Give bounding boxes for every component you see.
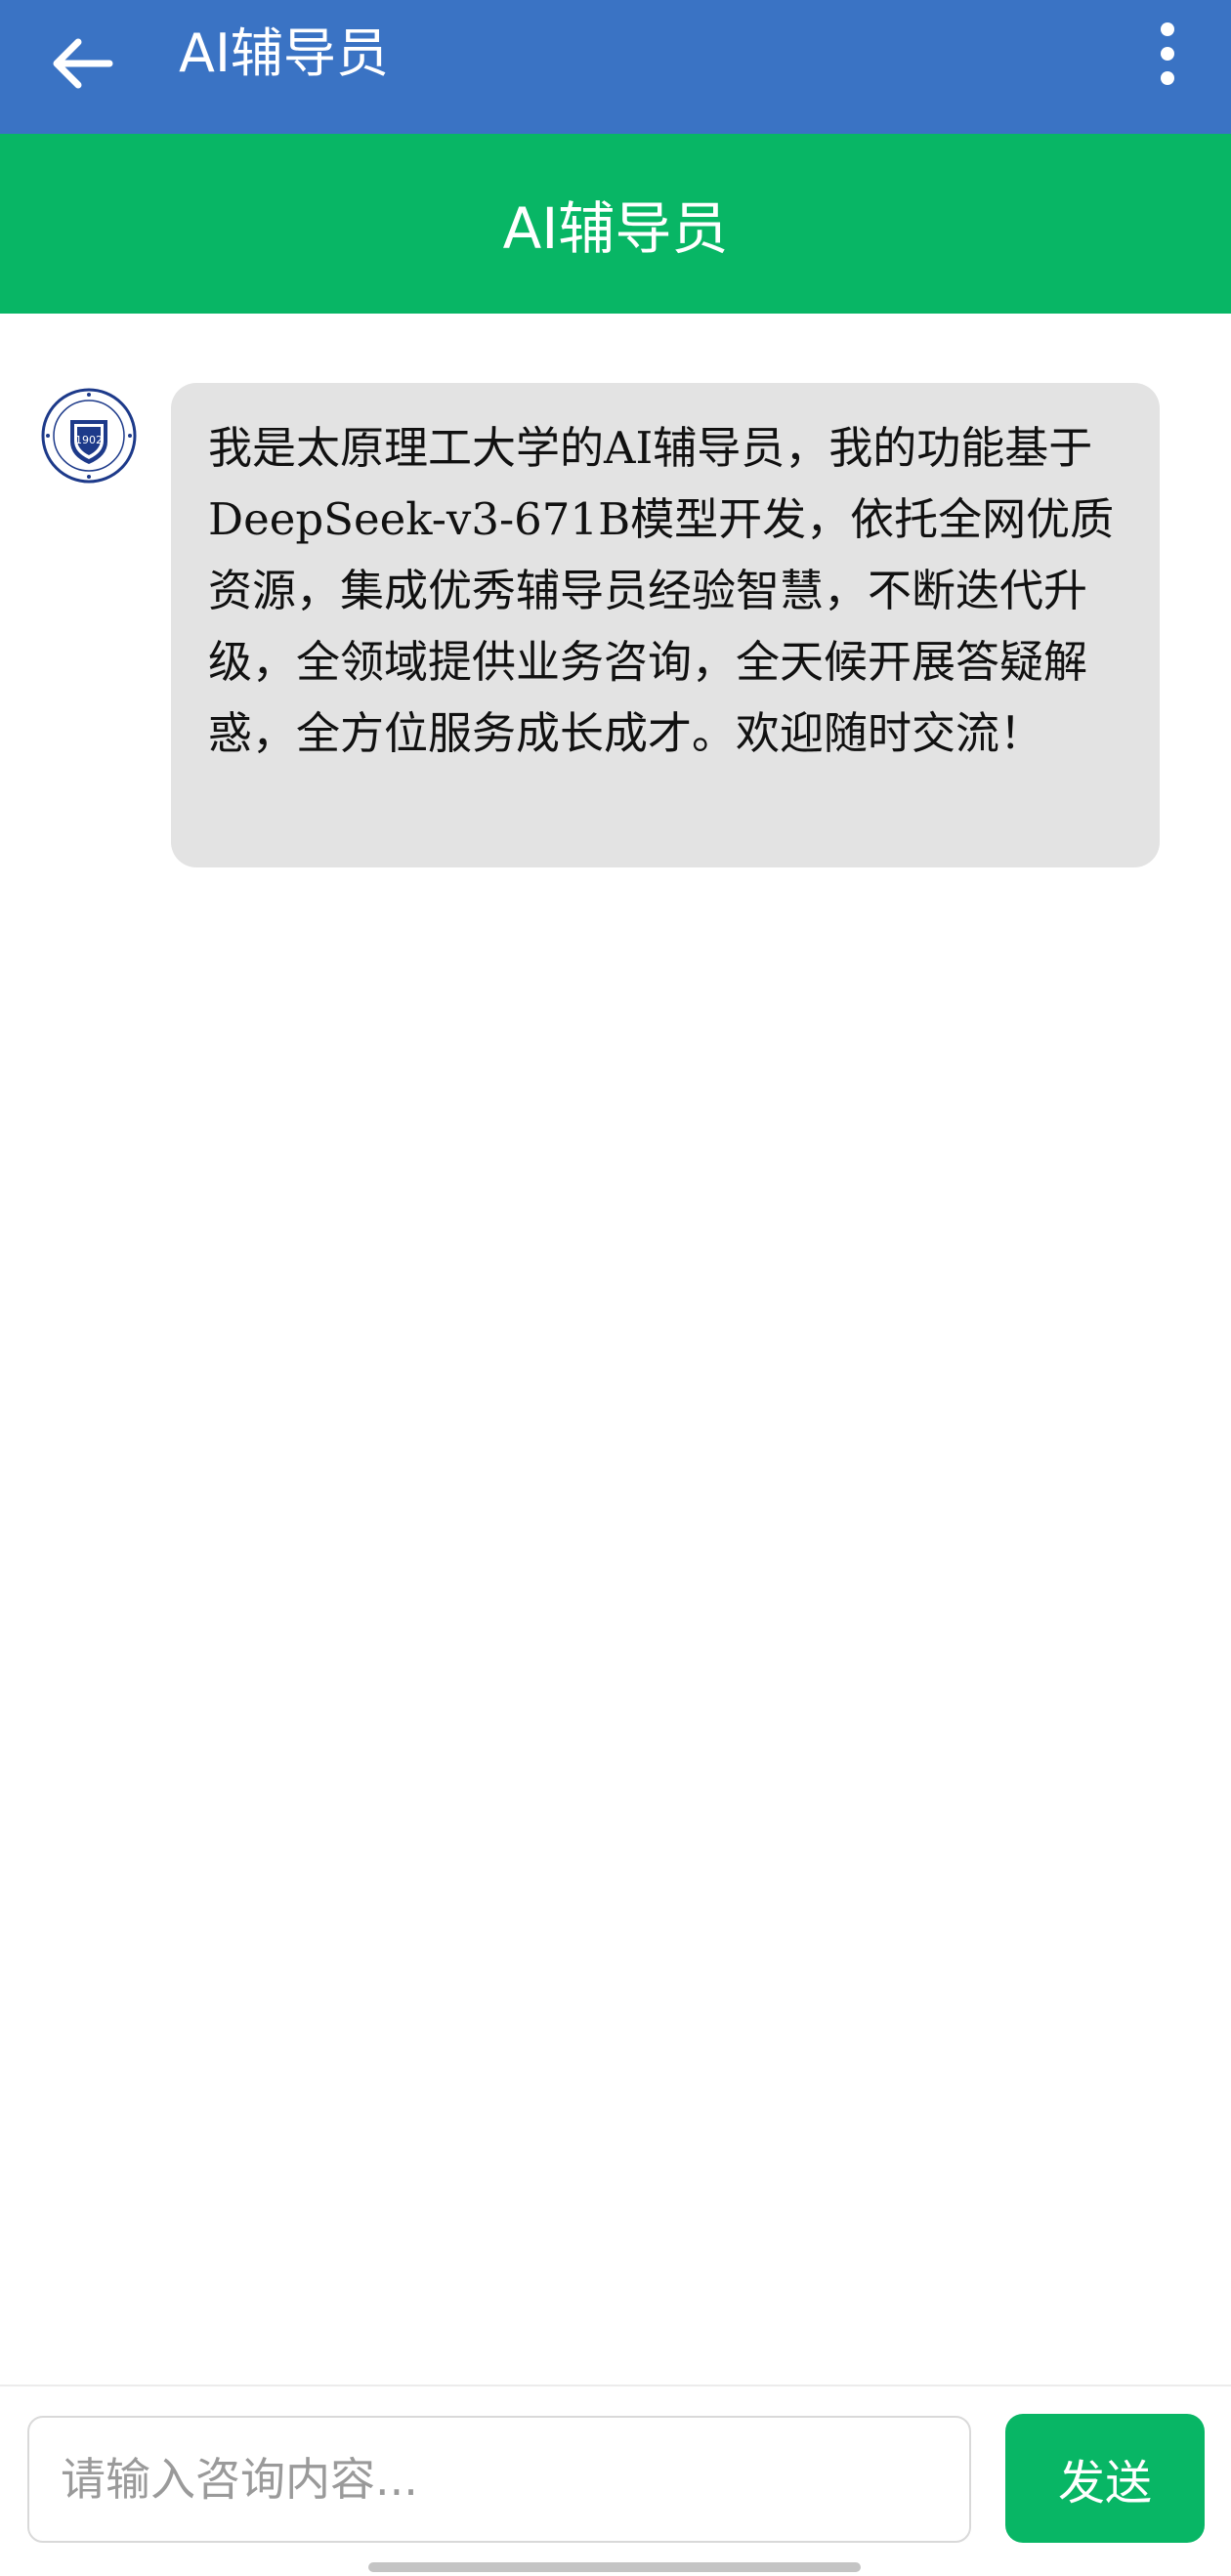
university-logo-icon: 1902 [41,388,137,484]
more-vertical-icon [1161,22,1174,85]
home-indicator [368,2562,861,2572]
app-bar: AI辅导员 [0,0,1231,134]
assistant-message-bubble: 我是太原理工大学的AI辅导员，我的功能基于DeepSeek-v3-671B模型开… [171,383,1160,867]
message-input[interactable] [27,2416,971,2543]
app-bar-title: AI辅导员 [179,22,389,84]
assistant-avatar: 1902 [41,388,137,484]
back-button[interactable] [39,20,127,107]
send-button[interactable]: 发送 [1005,2414,1205,2543]
more-options-button[interactable] [1124,10,1211,98]
logo-year: 1902 [75,434,103,446]
chat-area[interactable]: 1902 我是太原理工大学的AI辅导员，我的功能基于DeepSeek-v3-67… [0,314,1231,2385]
input-bar: 发送 [0,2385,1231,2576]
arrow-left-icon [53,38,113,89]
page-header: AI辅导员 [0,134,1231,314]
page-title: AI辅导员 [502,195,729,262]
